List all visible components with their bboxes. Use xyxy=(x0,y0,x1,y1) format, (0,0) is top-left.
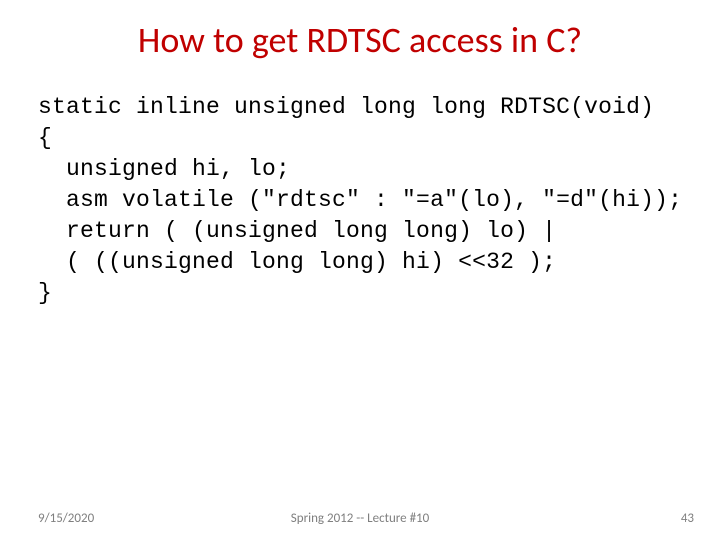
code-line: ( ((unsigned long long) hi) <<32 ); xyxy=(38,249,556,275)
footer-center: Spring 2012 -- Lecture #10 xyxy=(0,511,720,526)
code-line: { xyxy=(38,125,52,151)
footer-pagenum: 43 xyxy=(681,511,694,526)
slide-title: How to get RDTSC access in C? xyxy=(0,0,720,72)
code-line: return ( (unsigned long long) lo) | xyxy=(38,218,556,244)
code-block: static inline unsigned long long RDTSC(v… xyxy=(0,72,720,309)
code-line: static inline unsigned long long RDTSC(v… xyxy=(38,94,654,120)
slide: How to get RDTSC access in C? static inl… xyxy=(0,0,720,540)
code-line: unsigned hi, lo; xyxy=(38,156,290,182)
code-line: } xyxy=(38,280,52,306)
code-line: asm volatile ("rdtsc" : "=a"(lo), "=d"(h… xyxy=(38,187,682,213)
